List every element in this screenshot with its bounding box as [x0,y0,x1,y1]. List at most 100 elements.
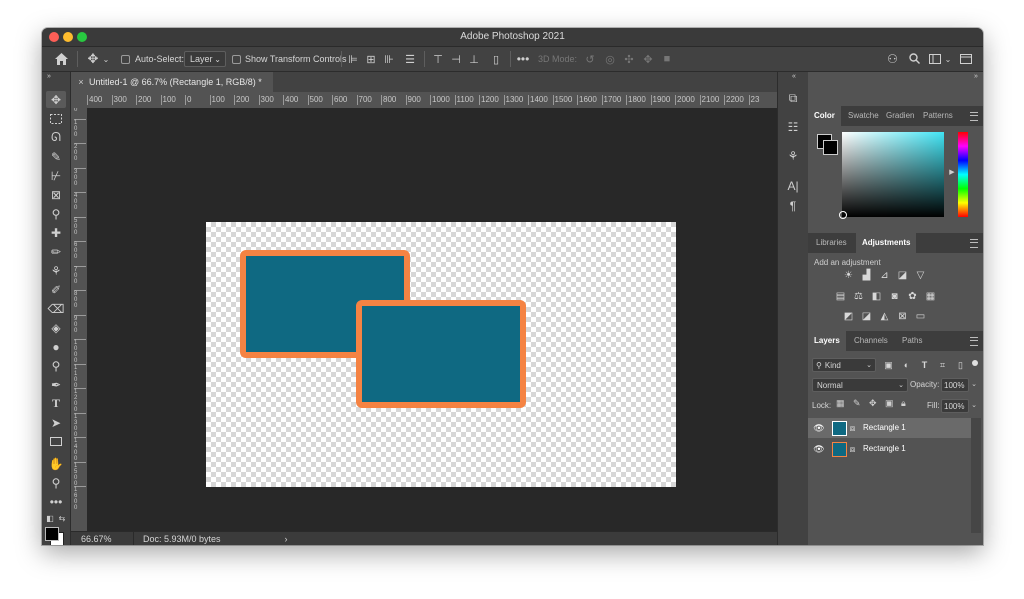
3d-orbit-icon[interactable]: ↺ [583,52,597,66]
clone-source-panel-icon[interactable]: ⚘ [784,147,802,165]
lock-image-pixels-icon[interactable]: ✎ [853,398,861,409]
vibrance-icon[interactable]: ▽ [915,271,926,281]
chevron-down-icon[interactable]: ⌄ [102,52,110,66]
layer-filter-dropdown[interactable]: ⚲ Kind ⌄ [812,358,876,372]
3d-roll-icon[interactable]: ◎ [603,52,617,66]
lock-position-icon[interactable]: ✥ [869,398,877,409]
lock-all-icon[interactable]: 🔒︎ [901,398,906,409]
pen-tool-icon[interactable]: ✒ [46,376,66,393]
close-tab-icon[interactable]: × [76,76,86,88]
lasso-tool-icon[interactable]: ᘏ [46,129,66,146]
3d-pan-icon[interactable]: ✣ [622,52,636,66]
pasteboard[interactable] [87,108,791,531]
history-brush-tool-icon[interactable]: ✐ [46,281,66,298]
panel-menu-icon[interactable] [970,337,978,346]
blur-tool-icon[interactable]: ● [46,338,66,355]
default-colors-icon[interactable]: ◧ [45,513,55,523]
rectangle-tool-icon[interactable] [46,433,66,450]
rectangular-marquee-tool-icon[interactable] [46,110,66,127]
expand-panels-icon[interactable]: « [788,72,800,80]
collapse-panel-icon[interactable]: » [44,72,54,80]
clone-stamp-tool-icon[interactable]: ⚘ [46,262,66,279]
exposure-icon[interactable]: ◪ [897,271,908,281]
align-vertical-center-icon[interactable]: ⊣ [450,52,462,66]
brush-tool-icon[interactable]: ✏ [46,243,66,260]
align-right-icon[interactable]: ⊪ [383,52,395,66]
more-options-icon[interactable]: ••• [516,52,530,66]
brightness-contrast-icon[interactable]: ☀ [843,271,854,281]
color-picker-handle[interactable] [839,211,847,219]
tab-swatches[interactable]: Swatche [848,106,879,126]
align-top-icon[interactable]: ⊤ [432,52,444,66]
color-picker-field[interactable] [839,132,944,219]
filter-adjustment-icon[interactable]: ◐ [901,360,912,370]
filter-shape-icon[interactable]: ⌗ [937,360,948,370]
color-background-swatch[interactable] [823,140,838,155]
move-tool-preset-icon[interactable]: ✥ [86,51,100,67]
foreground-color-swatch[interactable] [45,527,59,541]
color-balance-icon[interactable]: ⚖ [853,292,864,302]
auto-select-target-dropdown[interactable]: Layer ⌄ [184,51,226,67]
paint-bucket-tool-icon[interactable]: ◈ [46,319,66,336]
align-left-icon[interactable]: ⊫ [347,52,359,66]
healing-brush-tool-icon[interactable]: ✚ [46,224,66,241]
layer-name[interactable]: Rectangle 1 [863,444,906,453]
tab-layers[interactable]: Layers [808,331,846,351]
curves-icon[interactable]: ⊿ [879,271,890,281]
align-horizontal-center-icon[interactable]: ⊞ [365,52,377,66]
path-selection-tool-icon[interactable]: ➤ [46,414,66,431]
lock-artboard-icon[interactable]: ▣ [885,398,894,409]
panel-menu-icon[interactable] [970,112,978,121]
filter-type-icon[interactable]: T [919,360,930,370]
tab-paths[interactable]: Paths [902,331,922,351]
3d-slide-icon[interactable]: ✥ [641,52,655,66]
collapse-right-panels-icon[interactable]: » [970,72,982,80]
tab-color[interactable]: Color [808,106,841,126]
hue-slider-marker-icon[interactable]: ▶ [948,168,956,176]
share-icon[interactable]: ⚇ [885,51,900,66]
eyedropper-tool-icon[interactable]: ⚲ [46,205,66,222]
distribute-icon[interactable]: ☰ [404,52,416,66]
levels-icon[interactable]: ▟ [861,271,872,281]
dodge-tool-icon[interactable]: ⚲ [46,357,66,374]
filter-toggle[interactable] [972,360,978,366]
panel-layout-icon[interactable] [959,51,973,66]
history-panel-icon[interactable]: ⧉ [784,89,802,107]
distribute-vertical-icon[interactable]: ▯ [490,52,502,66]
filter-pixel-icon[interactable]: ▣ [883,360,894,370]
fill-input[interactable]: 100% [941,399,969,413]
show-transform-controls-checkbox[interactable] [232,55,241,64]
chevron-right-icon[interactable]: › [281,533,291,545]
search-icon[interactable] [907,51,921,66]
gradient-map-icon[interactable]: ▭ [915,312,926,322]
layer-row[interactable]: 👁︎ ⧈ Rectangle 1 [808,439,971,459]
photo-filter-icon[interactable]: ◙ [889,292,900,302]
channel-mixer-icon[interactable]: ✿ [907,292,918,302]
tab-gradients[interactable]: Gradien [886,106,914,126]
align-bottom-icon[interactable]: ⊥ [468,52,480,66]
properties-panel-icon[interactable]: ☷ [784,118,802,136]
document-tab[interactable]: × Untitled-1 @ 66.7% (Rectangle 1, RGB/8… [71,72,273,92]
tab-adjustments[interactable]: Adjustments [856,233,917,253]
eraser-tool-icon[interactable]: ⌫ [46,300,66,317]
tab-channels[interactable]: Channels [854,331,888,351]
move-tool-icon[interactable]: ✥ [46,91,66,108]
panel-menu-icon[interactable] [970,239,978,248]
lock-transparent-pixels-icon[interactable]: ▦ [836,398,845,409]
selective-color-icon[interactable]: ⊠ [897,312,908,322]
edit-toolbar-icon[interactable]: ••• [46,493,66,510]
home-icon[interactable] [54,52,68,66]
eye-icon[interactable]: 👁︎ [813,444,824,454]
layer-name[interactable]: Rectangle 1 [863,423,906,432]
3d-scale-icon[interactable]: ■ [660,52,674,66]
document-canvas[interactable] [206,222,676,487]
frame-tool-icon[interactable]: ⊠ [46,186,66,203]
hue-saturation-icon[interactable]: ▤ [835,292,846,302]
layer-row[interactable]: 👁︎ ⧈ Rectangle 1 [808,418,971,438]
threshold-icon[interactable]: ◭ [879,312,890,322]
workspace-icon[interactable] [928,51,942,66]
color-lookup-icon[interactable]: ▦ [925,292,936,302]
paragraph-panel-icon[interactable]: ¶ [784,198,802,214]
invert-icon[interactable]: ◩ [843,312,854,322]
swap-colors-icon[interactable]: ⇆ [57,513,67,523]
